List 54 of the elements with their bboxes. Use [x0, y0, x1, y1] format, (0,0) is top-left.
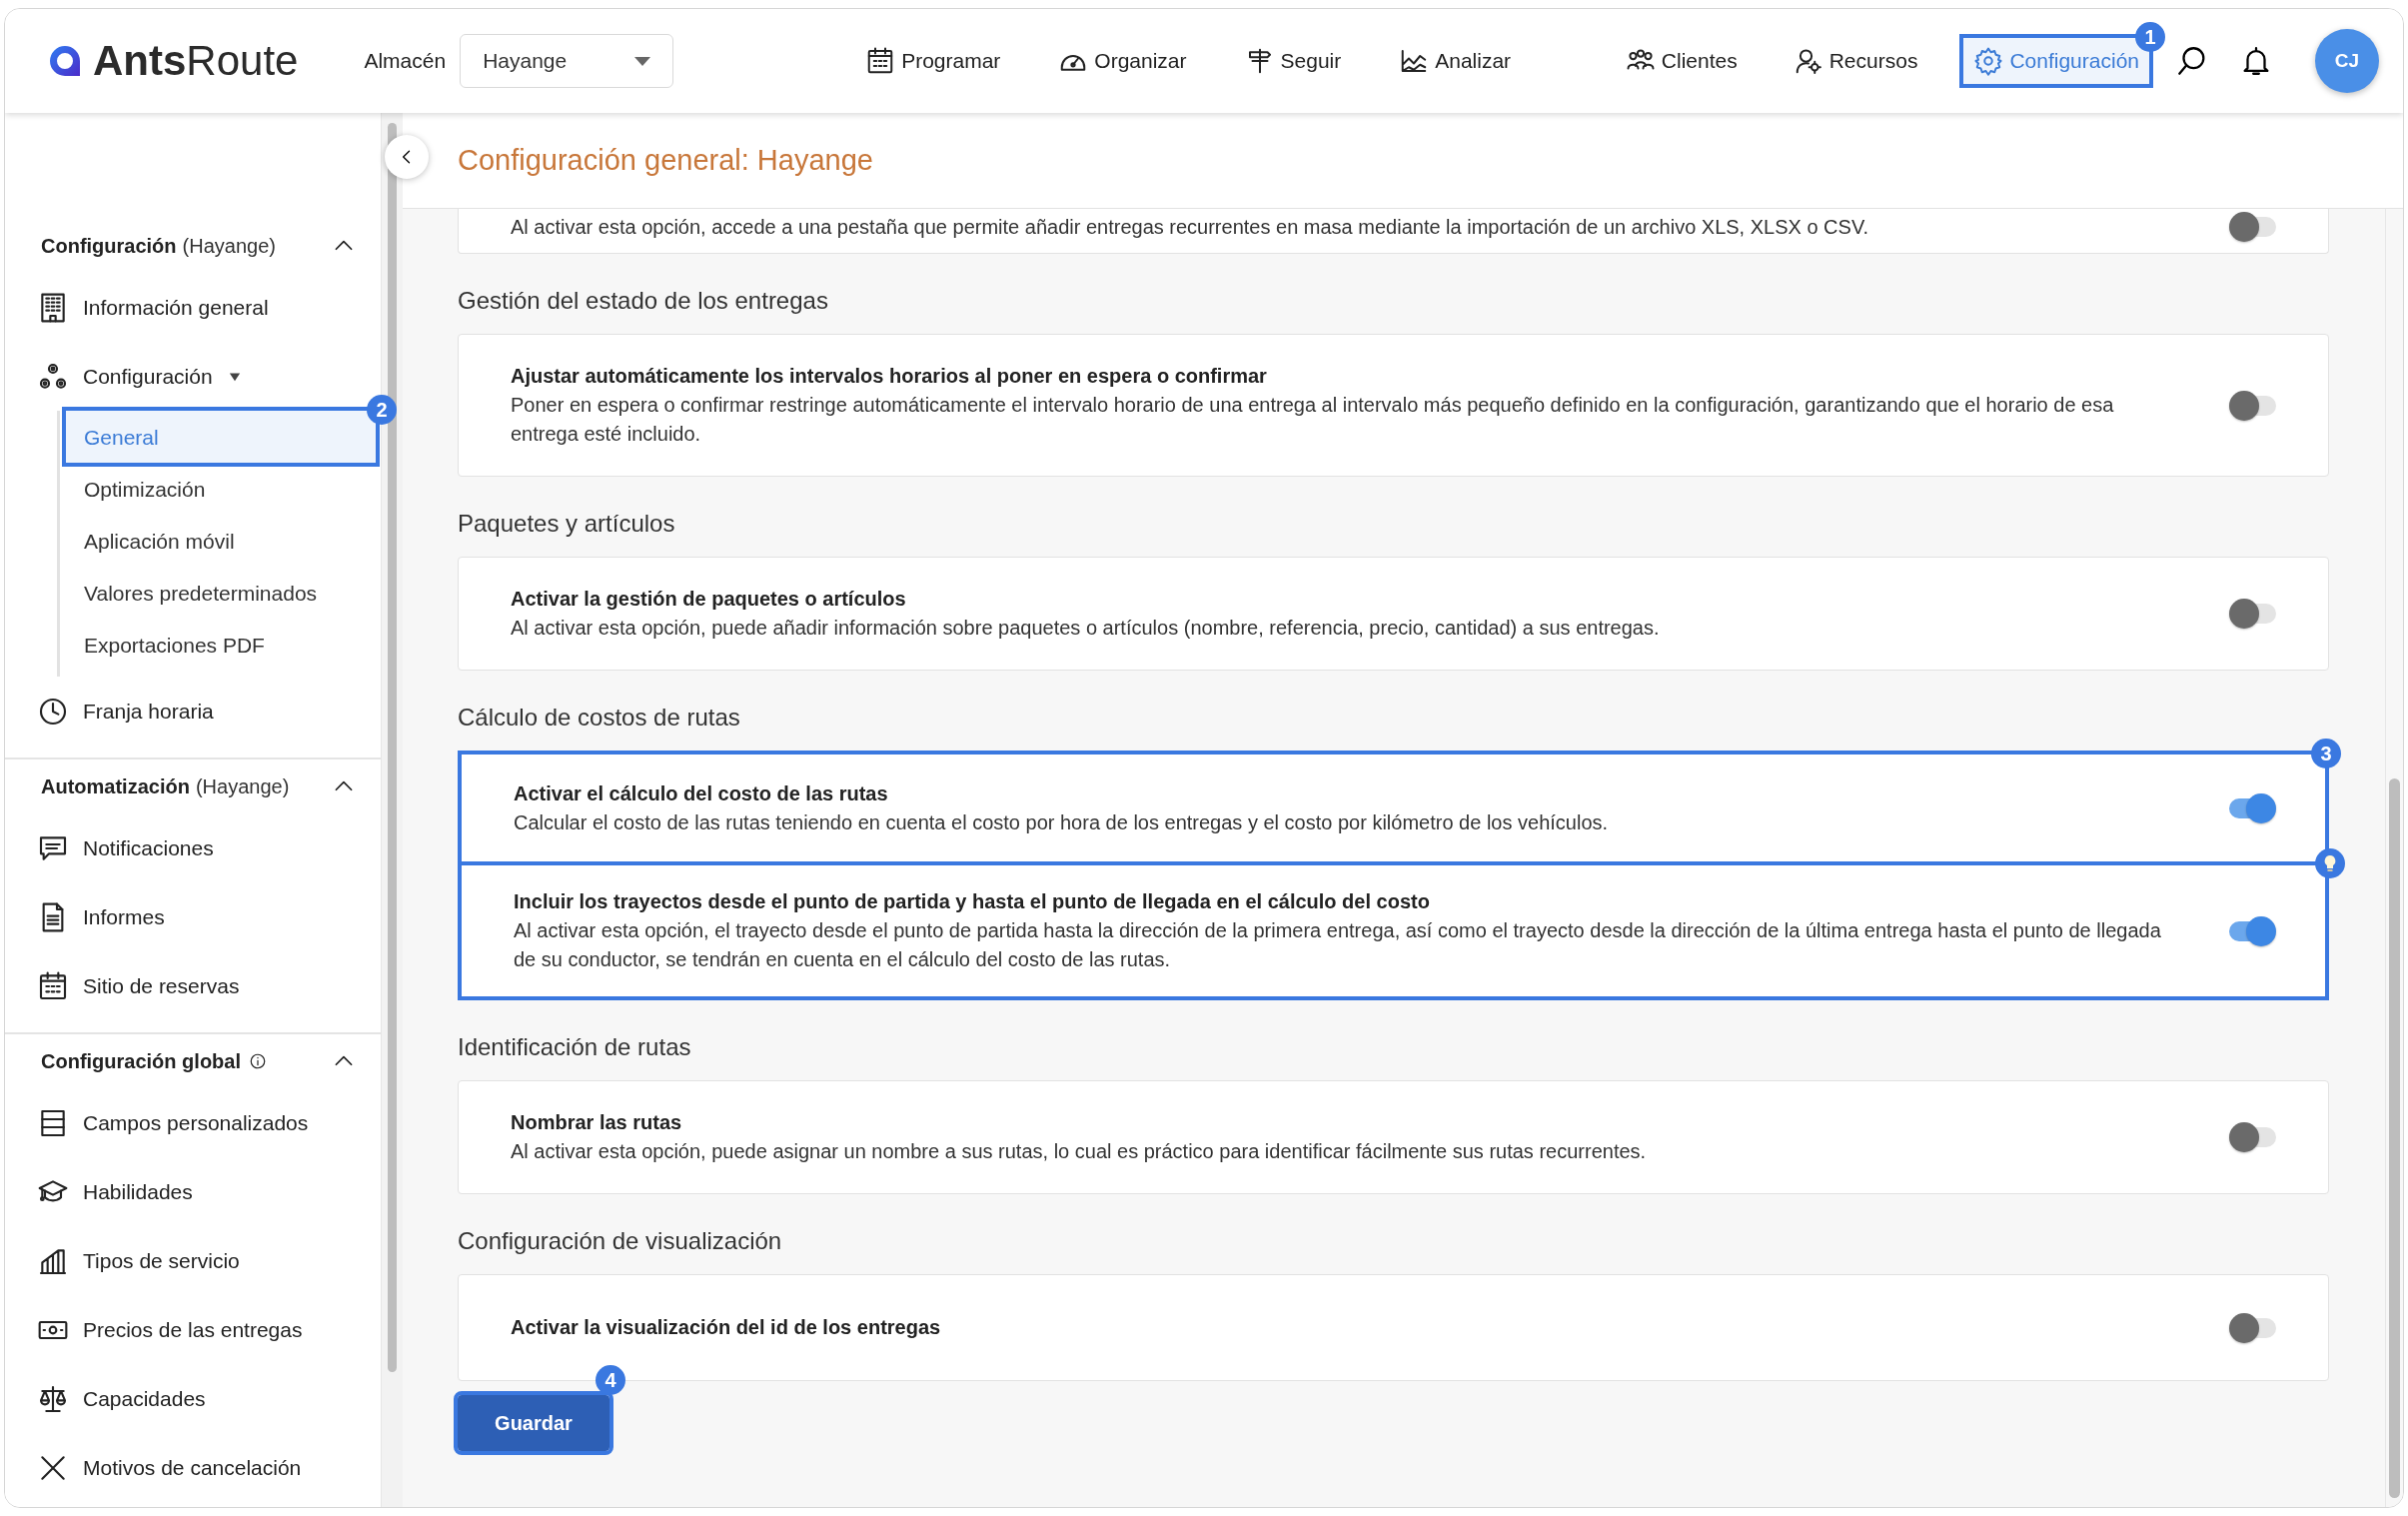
section-heading: Configuración de visualización — [458, 1226, 783, 1256]
step-badge: 1 — [2135, 22, 2165, 52]
sidebar-item[interactable]: Sitio de reservas — [5, 951, 381, 1020]
sidebar-item[interactable]: Precios de las entregas — [5, 1295, 381, 1364]
sidebar-item[interactable]: Tipos de servicio — [5, 1226, 381, 1295]
sidebar-item[interactable]: Capacidades — [5, 1364, 381, 1433]
sidebar-subitem[interactable]: Exportaciones PDF — [66, 619, 376, 671]
setting-description: Al activar esta opción, puede asignar un nombre a sus rutas, lo cual es práctico para identificar fácilmente sus rutas recurrentes. — [511, 1139, 1648, 1164]
nav-link[interactable]: Seguir — [1234, 38, 1352, 84]
warehouse-select[interactable]: Hayange — [460, 34, 674, 88]
nav-link[interactable]: Programar — [855, 38, 1011, 84]
section-title: Configuración global — [41, 1049, 241, 1073]
setting-description: Al activar esta opción, accede a una pestaña que permite añadir entregas recurrentes en masa mediante la importación de un archivo XLS, XLSX o CSV. — [511, 214, 1869, 240]
section-title: Configuración — [41, 234, 177, 258]
lightbulb-icon — [2322, 854, 2338, 872]
page-title: Configuración general: Hayange — [458, 144, 873, 177]
scrollbar[interactable] — [2385, 209, 2403, 1507]
section-subtitle: (Hayange) — [182, 234, 276, 258]
nav-link[interactable]: Recursos — [1783, 38, 1928, 84]
sidebar-subitem[interactable]: Optimización — [66, 463, 376, 515]
section-title: Automatización — [41, 774, 190, 798]
nav-link[interactable]: Clientes — [1615, 38, 1748, 84]
section-heading: Cálculo de costos de rutas — [458, 703, 741, 733]
sidebar-subitem[interactable]: Valores predeterminados — [66, 567, 376, 619]
section-heading: Gestión del estado de los entregas — [458, 286, 829, 316]
warehouse-label: Almacén — [364, 49, 447, 73]
setting-title: Activar la visualización del id de los entregas — [511, 1315, 942, 1340]
setting-title: Nombrar las rutas — [511, 1110, 683, 1135]
setting-title: Incluir los trayectos desde el punto de partida y hasta el punto de llegada en el cálculo del costo — [514, 889, 1431, 914]
setting-title: Activar la gestión de paquetes o artículos — [511, 587, 907, 612]
setting-description: Calcular el costo de las rutas teniendo en cuenta el costo por hora de los entregas y el costo por kilómetro de los vehículos. — [514, 809, 1610, 835]
setting-description: Al activar esta opción, el trayecto desde el punto de partida hasta la dirección de la primera entrega, así como el trayecto desde la dirección de la última entrega hasta el punto de llegada de su conductor, se tendrán en cuenta en el cálculo del costo de las rutas. — [514, 918, 2162, 972]
section-heading: Paquetes y artículos — [458, 509, 676, 539]
nav-link[interactable]: Organizar — [1048, 38, 1197, 84]
sidebar-item[interactable]: Motivos de cancelación — [5, 1433, 381, 1502]
sidebar-item[interactable]: Habilidades — [5, 1157, 381, 1226]
sidebar-item[interactable]: Campos personalizados — [5, 1088, 381, 1157]
setting-description: Al activar esta opción, puede añadir información sobre paquetes o artículos (nombre, referencia, precio, cantidad) a sus entregas. — [511, 616, 1661, 641]
setting-description: Poner en espera o confirmar restringe automáticamente el intervalo horario de una entrega al intervalo más pequeño definido en la configuración, garantizando que el horario de esa entrega esté incluido. — [511, 393, 2115, 447]
nav-link[interactable]: Analizar — [1389, 38, 1522, 84]
logo-text[interactable]: AntsRoute — [93, 37, 299, 85]
calendar-icon — [37, 969, 69, 1002]
sidebar-item[interactable]: Información general — [5, 273, 381, 342]
sidebar-item[interactable]: Franja horaria — [5, 677, 381, 746]
sidebar-item[interactable]: Informes — [5, 882, 381, 951]
settings-icon — [1973, 46, 2004, 76]
setting-title: Ajustar automáticamente los intervalos horarios al poner en espera o confirmar — [511, 364, 1268, 389]
section-subtitle: (Hayange) — [195, 774, 290, 798]
sidebar-subitem[interactable]: Aplicación móvil — [66, 515, 376, 567]
step-badge: 3 — [2311, 739, 2341, 768]
caret-icon — [634, 56, 651, 66]
section-heading: Identificación de rutas — [458, 1032, 692, 1062]
setting-title: Activar el cálculo del costo de las rutas — [514, 780, 889, 806]
sidebar-item[interactable]: Notificaciones — [5, 813, 381, 882]
